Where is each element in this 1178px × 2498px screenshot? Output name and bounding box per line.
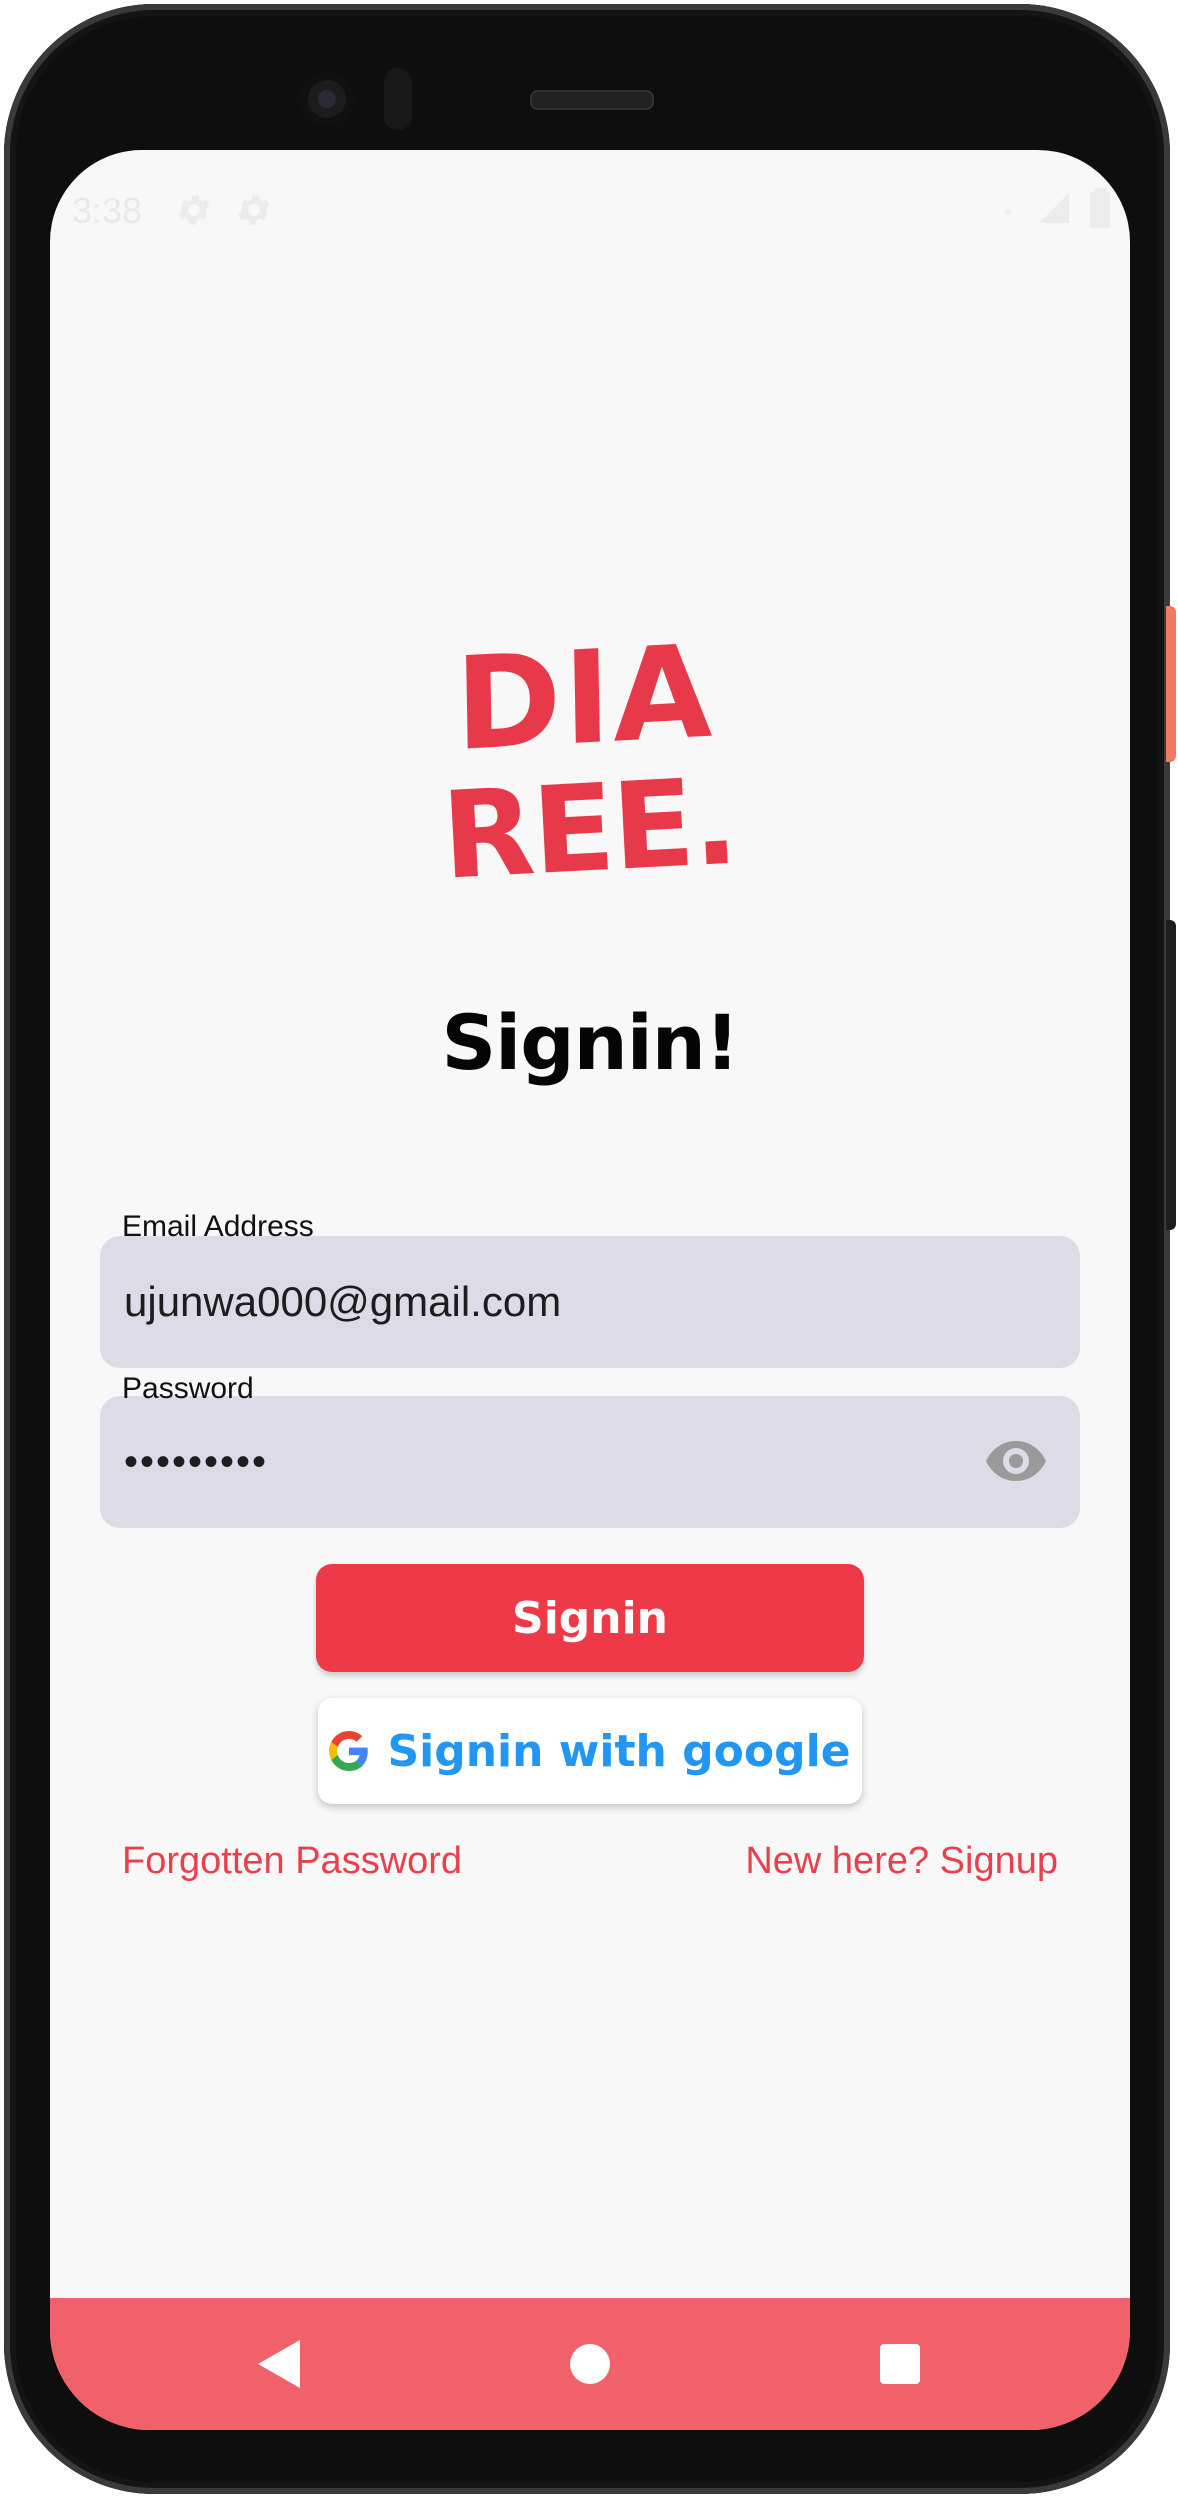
svg-text:REE.: REE. (439, 753, 740, 882)
battery-icon (1090, 188, 1110, 228)
settings-gear-icon (178, 195, 210, 225)
status-icons (996, 188, 1112, 228)
email-field[interactable] (100, 1236, 1080, 1368)
phone-frame: 3:38 DIA REE. Signin! Email Address ujun… (4, 4, 1170, 2494)
side-volume-button (1166, 606, 1176, 762)
password-field[interactable] (100, 1396, 1080, 1528)
screen: 3:38 DIA REE. Signin! Email Address ujun… (50, 150, 1130, 2430)
status-time: 3:38 (72, 190, 143, 231)
wifi-icon (1004, 209, 1012, 216)
page-title: Signin! (441, 998, 739, 1087)
google-signin-label: Signin with google (387, 1725, 851, 1777)
eye-icon[interactable] (984, 1436, 1048, 1486)
password-label: Password (122, 1372, 254, 1405)
earpiece-speaker (530, 90, 654, 110)
forgotten-password-link[interactable]: Forgotten Password (122, 1840, 462, 1883)
settings-gear-icon (238, 195, 270, 225)
status-bar: 3:38 (50, 150, 1130, 286)
proximity-sensor (384, 68, 412, 130)
signup-link[interactable]: New here? Signup (745, 1840, 1058, 1883)
back-icon[interactable] (256, 2338, 302, 2390)
recents-icon[interactable] (880, 2344, 920, 2384)
password-input[interactable] (124, 1396, 984, 1528)
google-icon (329, 1731, 369, 1771)
diaree-logo: DIA REE. (439, 622, 740, 882)
email-input[interactable] (124, 1236, 984, 1368)
signal-icon (1039, 193, 1069, 223)
navigation-bar (50, 2298, 1130, 2430)
front-camera (300, 72, 354, 126)
home-icon[interactable] (570, 2344, 610, 2384)
google-signin-button[interactable]: Signin with google (318, 1698, 862, 1804)
email-label: Email Address (122, 1210, 314, 1243)
signin-button[interactable]: Signin (316, 1564, 864, 1672)
side-power-button (1166, 920, 1176, 1230)
